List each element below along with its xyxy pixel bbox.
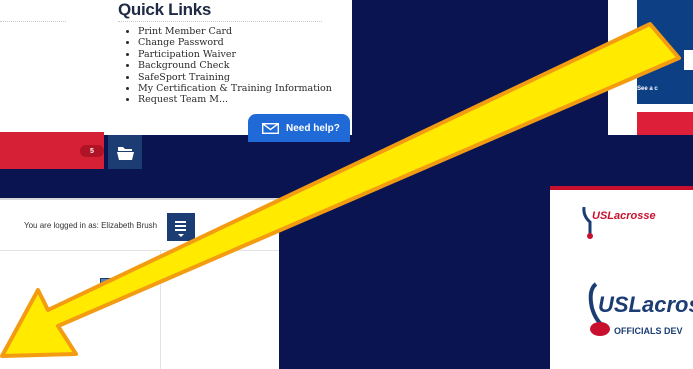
us-lacrosse-officials-logo[interactable]: USLacros OFFICIALS DEV	[582, 278, 693, 356]
hamburger-menu-button[interactable]	[167, 213, 195, 241]
mail-icon	[262, 122, 279, 134]
us-lacrosse-logo-text: USLacrosse	[592, 210, 656, 222]
hamburger-menu-icon-line	[175, 225, 186, 227]
quick-link-request-team[interactable]: Request Team M...	[138, 94, 338, 105]
quick-link-change-password[interactable]: Change Password	[138, 37, 338, 48]
officials-dev-text: OFFICIALS DEV	[614, 326, 683, 336]
notification-badge: 5	[80, 145, 104, 157]
quick-link-background-check[interactable]: Background Check	[138, 60, 338, 71]
dashboard-panel: You are logged in as: Elizabeth Brush	[0, 200, 279, 369]
promo-card-caption[interactable]: See a c	[637, 86, 658, 92]
dashboard-card	[0, 250, 161, 369]
quick-links-divider	[118, 21, 322, 22]
promo-card-red-bar	[637, 112, 693, 135]
quick-links-heading: Quick Links	[118, 0, 212, 19]
us-lacrosse-officials-logo-text: USLacros	[598, 292, 693, 317]
promo-card-tab	[684, 50, 693, 70]
quick-link-safesport-training[interactable]: SafeSport Training	[138, 72, 338, 83]
logged-in-text: You are logged in as: Elizabeth Brush	[24, 221, 158, 230]
need-help-label: Need help?	[286, 122, 340, 134]
section-divider	[0, 21, 66, 22]
quick-link-participation-waiver[interactable]: Participation Waiver	[138, 49, 338, 60]
need-help-button[interactable]: Need help?	[248, 114, 350, 142]
quick-link-print-member-card[interactable]: Print Member Card	[138, 26, 338, 37]
folder-icon	[117, 147, 134, 160]
hamburger-menu-icon	[175, 221, 186, 223]
dropdown-caret-icon	[178, 234, 184, 237]
folder-icon	[100, 278, 124, 294]
us-lacrosse-logo[interactable]: USLacrosse	[578, 200, 668, 240]
folder-button[interactable]	[108, 135, 142, 169]
quick-links-list: Print Member Card Change Password Partic…	[118, 26, 338, 106]
hamburger-menu-icon-line	[175, 229, 186, 231]
quick-link-certification-training[interactable]: My Certification & Training Information	[138, 83, 338, 94]
